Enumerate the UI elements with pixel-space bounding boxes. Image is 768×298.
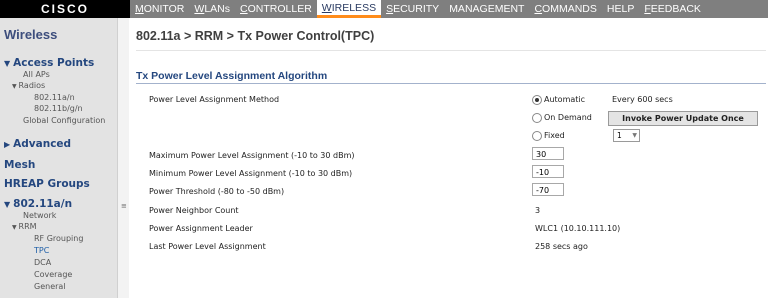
- sidebar: Wireless ▼ Access Points All APs ▼ Radios…: [0, 18, 118, 298]
- max-power-input[interactable]: 30: [532, 147, 564, 160]
- sidebar-access-points[interactable]: ▼ Access Points: [4, 57, 94, 69]
- fixed-level-value: 1: [617, 131, 622, 140]
- assignment-leader-label: Power Assignment Leader: [149, 224, 253, 233]
- on-demand-label: On Demand: [544, 113, 592, 122]
- method-label: Power Level Assignment Method: [149, 95, 280, 104]
- on-demand-radio[interactable]: [532, 113, 542, 123]
- fixed-radio[interactable]: [532, 131, 542, 141]
- sidebar-item-general[interactable]: General: [34, 282, 66, 291]
- neighbor-count-value: 3: [535, 206, 541, 215]
- sidebar-item-global-config[interactable]: Global Configuration: [23, 116, 105, 125]
- fixed-label: Fixed: [544, 131, 565, 140]
- assignment-leader-value: WLC1 (10.10.111.10): [535, 224, 621, 233]
- invoke-power-update-button[interactable]: Invoke Power Update Once: [608, 111, 758, 126]
- scroll-grip-icon: ≡: [121, 202, 127, 210]
- sidebar-item-network[interactable]: Network: [23, 211, 56, 220]
- sidebar-item-dca[interactable]: DCA: [34, 258, 51, 267]
- breadcrumb: 802.11a > RRM > Tx Power Control(TPC): [136, 29, 375, 43]
- automatic-radio[interactable]: [532, 95, 542, 105]
- sidebar-item-coverage[interactable]: Coverage: [34, 270, 72, 279]
- min-power-input[interactable]: -10: [532, 165, 564, 178]
- section-title: Tx Power Level Assignment Algorithm: [136, 70, 328, 82]
- sidebar-item-all-aps[interactable]: All APs: [23, 70, 50, 79]
- section-divider: [136, 83, 766, 84]
- top-nav-bar: CISCO MONITOR WLANs CONTROLLER WIRELESS …: [0, 0, 768, 18]
- interval-text: Every 600 secs: [612, 95, 673, 104]
- sidebar-item-rf-grouping[interactable]: RF Grouping: [34, 234, 83, 243]
- max-power-label: Maximum Power Level Assignment (-10 to 3…: [149, 151, 355, 160]
- sidebar-mesh[interactable]: Mesh: [4, 159, 35, 171]
- menu-controller[interactable]: CONTROLLER: [235, 0, 317, 18]
- menu-wireless[interactable]: WIRELESS: [316, 0, 382, 18]
- menu-help[interactable]: HELP: [602, 0, 639, 18]
- power-threshold-input[interactable]: -70: [532, 183, 564, 196]
- divider: [136, 50, 766, 51]
- sidebar-advanced[interactable]: ▶ Advanced: [4, 138, 71, 150]
- main-menu: MONITOR WLANs CONTROLLER WIRELESS SECURI…: [130, 0, 706, 18]
- chevron-down-icon: ▼: [632, 132, 637, 139]
- cisco-logo: CISCO: [0, 0, 130, 18]
- sidebar-item-radios[interactable]: ▼ Radios: [12, 81, 45, 90]
- sidebar-item-tpc[interactable]: TPC: [34, 246, 49, 255]
- triangle-down-icon: ▼: [4, 59, 11, 68]
- last-assignment-value: 258 secs ago: [535, 242, 588, 251]
- sidebar-item-radio-bg[interactable]: 802.11b/g/n: [34, 104, 83, 113]
- menu-commands[interactable]: COMMANDS: [529, 0, 601, 18]
- menu-feedback[interactable]: FEEDBACK: [639, 0, 706, 18]
- sidebar-title: Wireless: [4, 27, 58, 42]
- menu-wlans[interactable]: WLANs: [189, 0, 235, 18]
- sidebar-hreap-groups[interactable]: HREAP Groups: [4, 178, 90, 190]
- sidebar-item-radio-a[interactable]: 802.11a/n: [34, 93, 75, 102]
- menu-management[interactable]: MANAGEMENT: [444, 0, 529, 18]
- fixed-level-select[interactable]: 1 ▼: [613, 129, 640, 142]
- menu-security[interactable]: SECURITY: [381, 0, 444, 18]
- menu-monitor[interactable]: MONITOR: [130, 0, 189, 18]
- last-assignment-label: Last Power Level Assignment: [149, 242, 266, 251]
- neighbor-count-label: Power Neighbor Count: [149, 206, 239, 215]
- power-threshold-label: Power Threshold (-80 to -50 dBm): [149, 187, 285, 196]
- triangle-right-icon: ▶: [4, 140, 11, 149]
- automatic-label: Automatic: [544, 95, 586, 104]
- sidebar-item-rrm[interactable]: ▼ RRM: [12, 222, 37, 231]
- main-content: 802.11a > RRM > Tx Power Control(TPC) Tx…: [128, 18, 768, 298]
- sidebar-band-80211an[interactable]: ▼ 802.11a/n: [4, 198, 72, 210]
- min-power-label: Minimum Power Level Assignment (-10 to 3…: [149, 169, 353, 178]
- triangle-down-icon: ▼: [4, 200, 11, 209]
